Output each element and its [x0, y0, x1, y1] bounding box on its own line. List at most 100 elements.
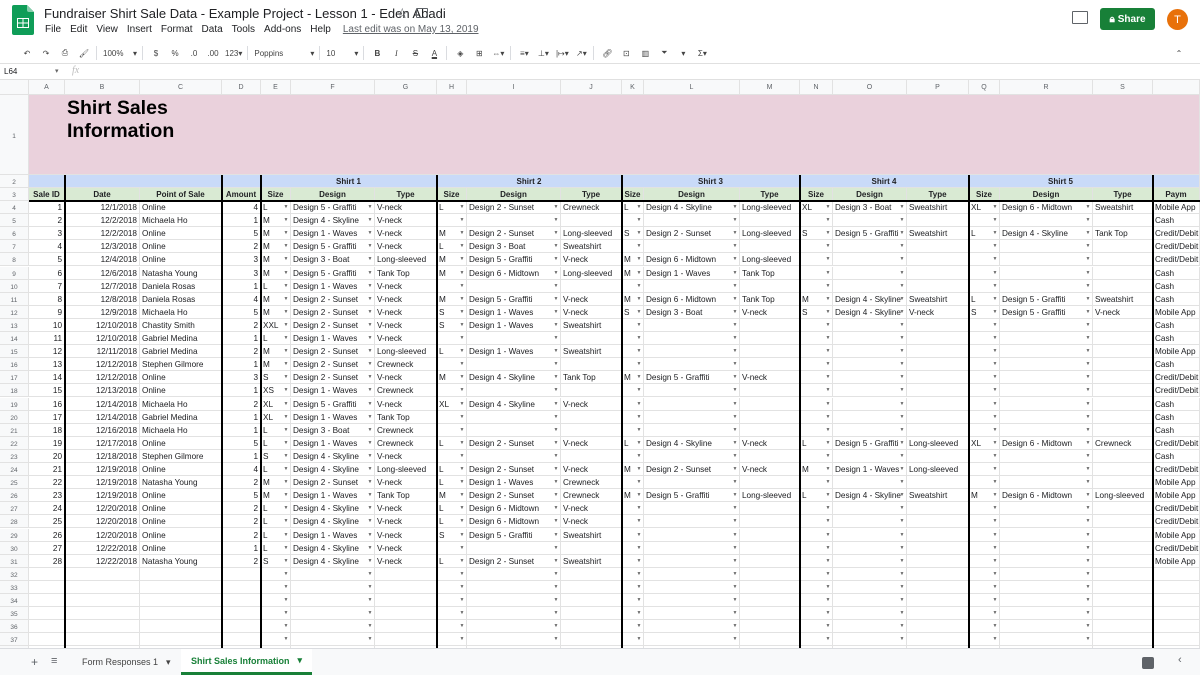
- decrease-decimal-button[interactable]: .0: [187, 45, 201, 61]
- dropdown-arrow-icon[interactable]: ▼: [990, 489, 1000, 501]
- table-cell[interactable]: Design 5 - Graffiti: [644, 489, 740, 503]
- table-cell[interactable]: [907, 332, 969, 346]
- row-header[interactable]: 14: [0, 332, 29, 346]
- dropdown-arrow-icon[interactable]: ▼: [365, 594, 375, 606]
- dropdown-arrow-icon[interactable]: ▼: [730, 319, 740, 331]
- dropdown-arrow-icon[interactable]: ▼: [634, 515, 644, 527]
- dropdown-arrow-icon[interactable]: ▼: [990, 306, 1000, 318]
- dropdown-arrow-icon[interactable]: ▼: [457, 267, 467, 279]
- name-box[interactable]: L64: [4, 67, 17, 76]
- table-cell[interactable]: 5: [222, 227, 261, 241]
- table-cell[interactable]: Sweatshirt: [1093, 201, 1153, 215]
- dropdown-arrow-icon[interactable]: ▼: [730, 280, 740, 292]
- table-cell[interactable]: [1093, 240, 1153, 254]
- table-cell[interactable]: Design 2 - Sunset: [467, 463, 561, 477]
- dropdown-arrow-icon[interactable]: ▼: [990, 437, 1000, 449]
- table-cell[interactable]: [833, 607, 907, 621]
- dropdown-arrow-icon[interactable]: ▼: [365, 502, 375, 514]
- dropdown-arrow-icon[interactable]: ▼: [730, 214, 740, 226]
- dropdown-arrow-icon[interactable]: ▼: [990, 450, 1000, 462]
- table-cell[interactable]: Long-sleeved: [375, 253, 437, 267]
- table-cell[interactable]: [644, 410, 740, 424]
- vertical-align-icon[interactable]: ⊥▾: [536, 45, 550, 61]
- row-header[interactable]: 30: [0, 541, 29, 555]
- table-cell[interactable]: [644, 476, 740, 490]
- table-cell[interactable]: Mobile App: [1153, 476, 1200, 490]
- text-wrapping-icon[interactable]: |↦▾: [555, 45, 569, 61]
- table-cell[interactable]: [907, 633, 969, 647]
- dropdown-arrow-icon[interactable]: ▼: [365, 227, 375, 239]
- dropdown-arrow-icon[interactable]: ▼: [281, 633, 291, 645]
- dropdown-arrow-icon[interactable]: ▼: [634, 240, 644, 252]
- dropdown-arrow-icon[interactable]: ▼: [365, 620, 375, 632]
- table-cell[interactable]: V-neck: [375, 292, 437, 306]
- dropdown-arrow-icon[interactable]: ▼: [365, 411, 375, 423]
- dropdown-arrow-icon[interactable]: ▼: [365, 568, 375, 580]
- dropdown-arrow-icon[interactable]: ▼: [897, 227, 907, 239]
- table-cell[interactable]: 1: [222, 423, 261, 437]
- dropdown-arrow-icon[interactable]: ▼: [823, 227, 833, 239]
- dropdown-arrow-icon[interactable]: ▼: [634, 620, 644, 632]
- dropdown-arrow-icon[interactable]: ▼: [551, 529, 561, 541]
- table-cell[interactable]: Long-sleeved: [740, 201, 800, 215]
- row-header[interactable]: 3: [0, 188, 29, 201]
- table-cell[interactable]: [1093, 463, 1153, 477]
- dropdown-arrow-icon[interactable]: ▼: [730, 502, 740, 514]
- table-cell[interactable]: Design 6 - Midtown: [644, 253, 740, 267]
- table-cell[interactable]: [740, 345, 800, 359]
- dropdown-arrow-icon[interactable]: ▼: [823, 594, 833, 606]
- table-cell[interactable]: Design 1 - Waves: [291, 384, 375, 398]
- dropdown-arrow-icon[interactable]: ▼: [823, 476, 833, 488]
- table-cell[interactable]: Design 4 - Skyline: [291, 449, 375, 463]
- dropdown-arrow-icon[interactable]: ▼: [365, 345, 375, 357]
- table-cell[interactable]: [140, 620, 222, 634]
- dropdown-arrow-icon[interactable]: ▼: [365, 267, 375, 279]
- table-cell[interactable]: [740, 318, 800, 332]
- table-cell[interactable]: 16: [29, 397, 65, 411]
- dropdown-arrow-icon[interactable]: ▼: [730, 201, 740, 213]
- table-cell[interactable]: Design 5 - Graffiti: [467, 292, 561, 306]
- table-cell[interactable]: [65, 633, 140, 647]
- table-cell[interactable]: [1093, 594, 1153, 608]
- table-cell[interactable]: [644, 345, 740, 359]
- table-cell[interactable]: 5: [222, 436, 261, 450]
- dropdown-arrow-icon[interactable]: ▼: [897, 293, 907, 305]
- italic-button[interactable]: I: [389, 45, 403, 61]
- dropdown-arrow-icon[interactable]: ▼: [457, 345, 467, 357]
- table-cell[interactable]: [740, 397, 800, 411]
- table-cell[interactable]: V-neck: [375, 240, 437, 254]
- dropdown-arrow-icon[interactable]: ▼: [365, 542, 375, 554]
- table-cell[interactable]: Online: [140, 463, 222, 477]
- bold-button[interactable]: B: [370, 45, 384, 61]
- table-cell[interactable]: Design 3 - Boat: [833, 201, 907, 215]
- table-cell[interactable]: 1: [222, 410, 261, 424]
- table-cell[interactable]: [1093, 515, 1153, 529]
- table-cell[interactable]: Design 1 - Waves: [467, 305, 561, 319]
- row-header[interactable]: 20: [0, 410, 29, 424]
- table-cell[interactable]: Natasha Young: [140, 266, 222, 280]
- sheets-logo-icon[interactable]: [12, 5, 34, 35]
- dropdown-arrow-icon[interactable]: ▼: [281, 594, 291, 606]
- table-cell[interactable]: Mobile App: [1153, 528, 1200, 542]
- dropdown-arrow-icon[interactable]: ▼: [990, 267, 1000, 279]
- row-header[interactable]: 37: [0, 633, 29, 647]
- dropdown-arrow-icon[interactable]: ▼: [1083, 398, 1093, 410]
- table-cell[interactable]: [140, 594, 222, 608]
- table-cell[interactable]: 12/22/2018: [65, 541, 140, 555]
- dropdown-arrow-icon[interactable]: ▼: [281, 568, 291, 580]
- table-cell[interactable]: 3: [29, 227, 65, 241]
- table-cell[interactable]: [1093, 318, 1153, 332]
- dropdown-arrow-icon[interactable]: ▼: [823, 267, 833, 279]
- menu-item-help[interactable]: Help: [310, 24, 331, 40]
- table-cell[interactable]: [1093, 384, 1153, 398]
- dropdown-arrow-icon[interactable]: ▼: [281, 371, 291, 383]
- dropdown-arrow-icon[interactable]: ▼: [897, 201, 907, 213]
- dropdown-arrow-icon[interactable]: ▼: [365, 358, 375, 370]
- dropdown-arrow-icon[interactable]: ▼: [551, 450, 561, 462]
- table-cell[interactable]: [907, 541, 969, 555]
- table-cell[interactable]: 26: [29, 528, 65, 542]
- dropdown-arrow-icon[interactable]: ▼: [551, 293, 561, 305]
- table-cell[interactable]: V-neck: [375, 554, 437, 568]
- dropdown-arrow-icon[interactable]: ▼: [457, 371, 467, 383]
- table-cell[interactable]: Design 5 - Graffiti: [291, 201, 375, 215]
